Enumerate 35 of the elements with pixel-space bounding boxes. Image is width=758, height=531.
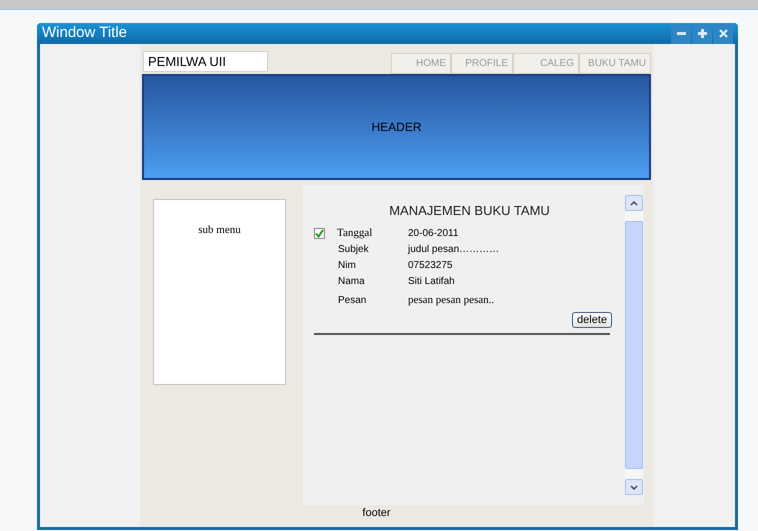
checkbox[interactable] <box>314 228 325 238</box>
field-label: Tanggal <box>337 226 374 242</box>
nav-tab[interactable]: HOME <box>391 53 451 74</box>
field-label: Nim <box>337 259 357 273</box>
scroll-up-button[interactable] <box>625 195 643 211</box>
chevron-down-icon <box>630 484 638 490</box>
delete-button[interactable]: delete <box>572 312 612 328</box>
nav-tab[interactable]: BUKU TAMU <box>579 53 651 74</box>
field-value: Siti Latifah <box>408 275 455 289</box>
section-title: MANAJEMEN BUKU TAMU <box>388 202 551 220</box>
scrollbar-thumb[interactable] <box>625 221 643 469</box>
field-value: 07523275 <box>408 259 452 273</box>
field-value: 20-06-2011 <box>408 227 458 241</box>
plus-icon <box>698 29 706 38</box>
minimize-icon <box>676 32 686 35</box>
window-title: Window Title <box>42 23 128 44</box>
field-label: Nama <box>337 275 366 289</box>
close-button[interactable] <box>713 23 733 44</box>
field-value: judul pesan………… <box>408 243 500 257</box>
nav-tab[interactable]: PROFILE <box>451 53 513 74</box>
site-title-field: PEMILWA UII <box>143 51 268 72</box>
scroll-down-button[interactable] <box>625 479 643 495</box>
vertical-scrollbar[interactable] <box>625 195 643 495</box>
checkmark-icon <box>315 228 324 238</box>
header-banner: HEADER <box>142 74 651 180</box>
minimize-button[interactable] <box>671 23 691 44</box>
field-label: Pesan <box>337 294 368 308</box>
footer-text: footer <box>362 506 391 521</box>
sub-menu-label: sub menu <box>198 223 241 236</box>
chevron-up-icon <box>630 200 638 206</box>
close-icon <box>718 29 728 38</box>
maximize-button[interactable] <box>692 23 712 44</box>
nav-tab[interactable]: CALEG <box>513 53 579 74</box>
field-value: pesan pesan pesan.. <box>408 293 494 308</box>
field-label: Subjek <box>337 243 370 257</box>
